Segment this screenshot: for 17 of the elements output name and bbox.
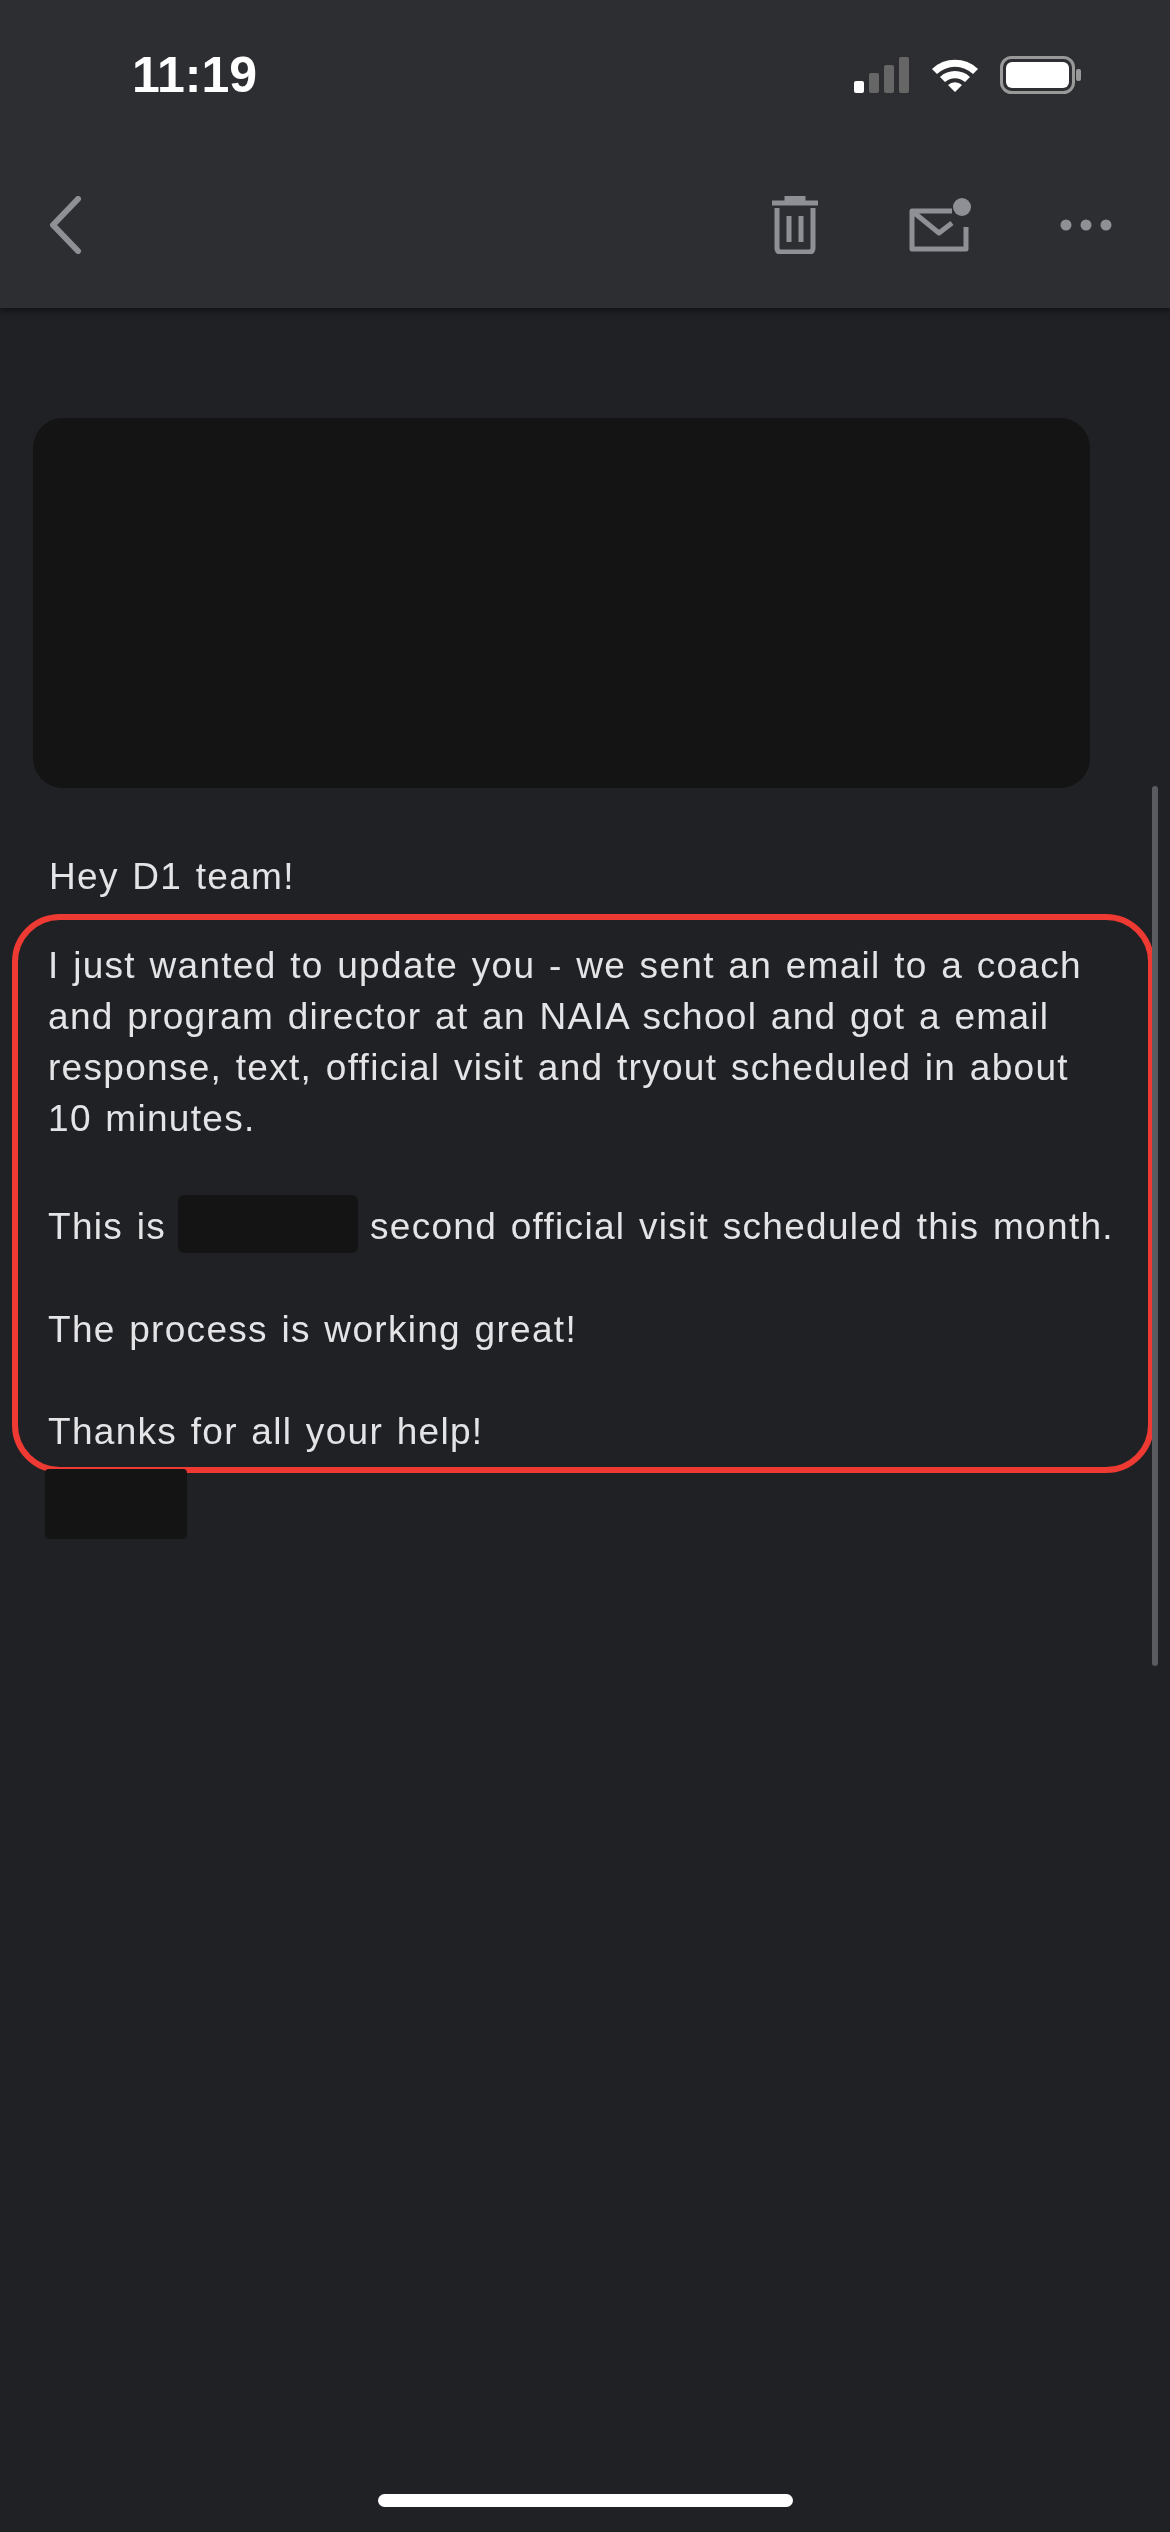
trash-icon xyxy=(770,196,820,254)
message-paragraph: I just wanted to update you - we sent an email to a coach and program director at an NAIA school and got a email response, text, official visit and tryout scheduled in about 10 minutes. xyxy=(48,944,1083,1141)
more-button[interactable] xyxy=(1060,219,1112,231)
signal-icon xyxy=(854,57,910,93)
message-paragraph: Thanks for all your help! xyxy=(48,1410,485,1454)
back-button[interactable] xyxy=(48,196,82,254)
wifi-icon xyxy=(930,57,980,93)
battery-icon xyxy=(1000,56,1082,94)
envelope-icon xyxy=(908,197,972,253)
mark-unread-button[interactable] xyxy=(908,197,972,253)
message-paragraph: This is second official visit scheduled this month. xyxy=(48,1195,1124,1253)
status-time: 11:19 xyxy=(132,46,258,104)
greeting-text: Hey D1 team! xyxy=(49,855,296,899)
more-icon xyxy=(1060,219,1112,231)
message-paragraph: The process is working great! xyxy=(48,1308,578,1352)
back-icon xyxy=(48,196,82,254)
delete-button[interactable] xyxy=(770,196,820,254)
